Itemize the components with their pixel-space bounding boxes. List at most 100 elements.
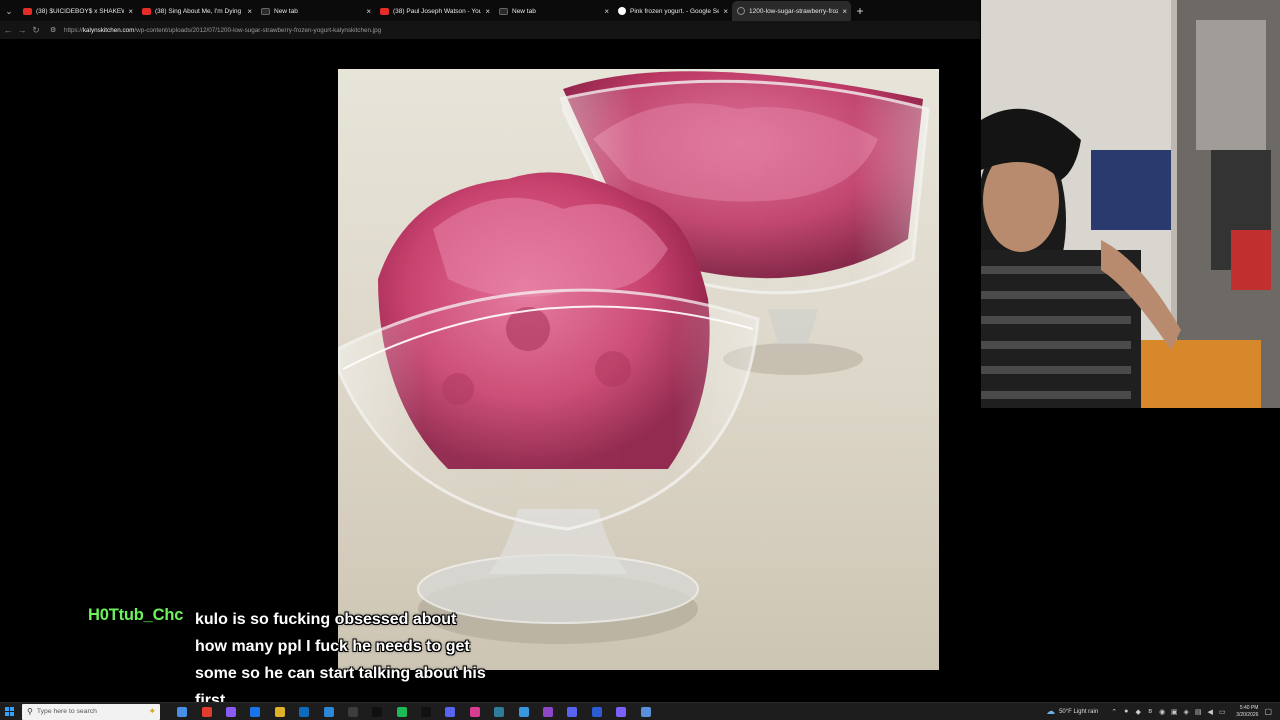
app-glyph-icon [299,706,310,717]
close-icon[interactable]: × [247,7,252,16]
app-glyph-icon [543,706,554,717]
google-icon [618,7,626,15]
youtube-icon [142,7,151,15]
taskbar-app-icon[interactable] [268,703,292,720]
app-glyph-icon [372,706,383,717]
new-tab-icon [261,7,270,15]
app-glyph-icon [445,706,456,717]
close-icon[interactable]: × [842,7,847,16]
browser-toolbar: ← → ↻ ⚙ https://kalynskitchen.com/wp-con… [0,21,980,39]
address-bar-url[interactable]: https://kalynskitchen.com/wp-content/upl… [64,27,381,34]
browser-tab[interactable]: (38) Paul Joseph Watson - YouTub × [375,1,494,21]
url-path: /wp-content/uploads/2012/07/1200-low-sug… [134,26,382,34]
browser-tab[interactable]: Pink frozen yogurt. - Google Sear × [613,1,732,21]
taskbar-app-icon[interactable] [365,703,389,720]
windows-logo-icon [4,707,14,716]
app-glyph-icon [274,706,285,717]
webcam-feed [981,0,1280,408]
browser-tab[interactable]: New tab × [256,1,375,21]
volume-icon[interactable]: ◀ [1204,708,1216,716]
taskbar-app-icon[interactable] [341,703,365,720]
frozen-yogurt-illustration [338,69,939,670]
browser-tab[interactable]: New tab × [494,1,613,21]
taskbar-app-icon[interactable] [560,703,584,720]
weather-text: 50°F Light rain [1059,708,1099,715]
app-glyph-icon [640,706,651,717]
app-glyph-icon [469,706,480,717]
taskbar-app-icon[interactable] [194,703,218,720]
notification-bell-icon[interactable]: ▢ [1264,707,1272,716]
back-arrow-icon[interactable]: ← [2,22,14,38]
bluetooth-icon[interactable]: ʙ [1144,708,1156,715]
taskbar-app-icon[interactable] [633,703,657,720]
search-icon: ⚲ [27,707,33,716]
cloud-rain-icon: ☁ [1046,706,1056,716]
clock-date: 3/20/2026 [1236,711,1259,718]
weather-widget[interactable]: ☁ 50°F Light rain [1046,706,1098,717]
taskbar-app-icon[interactable] [219,703,243,720]
taskbar-search-box[interactable]: ⚲ Type here to search ✦ [22,703,160,720]
browser-tab[interactable]: (38) Sing About Me, I'm Dying Of × [137,1,256,21]
tab-search-menu-icon[interactable]: ⌄ [0,1,18,21]
taskbar-app-icon[interactable] [390,703,414,720]
app-glyph-icon [347,706,358,717]
tray-app-icon[interactable]: ▭ [1216,708,1228,716]
address-bar[interactable]: ⚙ https://kalynskitchen.com/wp-content/u… [46,23,974,37]
taskbar-app-icon[interactable] [536,703,560,720]
taskbar-app-icon[interactable] [316,703,340,720]
start-button[interactable] [0,703,18,720]
network-icon[interactable]: ▤ [1192,708,1204,716]
tab-title: New tab [512,7,536,15]
chat-overlay: H0Ttub_Chc kulo is so fucking obsessed a… [88,603,608,709]
close-icon[interactable]: × [366,7,371,16]
tray-app-icon[interactable]: ▣ [1168,708,1180,716]
taskbar-pinned-apps [170,703,658,720]
app-glyph-icon [177,706,188,717]
chat-username: H0Ttub_Chc [88,606,184,624]
taskbar-search-placeholder: Type here to search [36,708,97,715]
taskbar-app-icon[interactable] [609,703,633,720]
taskbar-app-icon[interactable] [243,703,267,720]
close-icon[interactable]: × [128,7,133,16]
tray-app-icon[interactable]: ◉ [1156,708,1168,716]
taskbar-app-icon[interactable] [438,703,462,720]
browser-tab[interactable]: (38) $UICIDEBOY$ x SHAKEWELL × [18,1,137,21]
taskbar-app-icon[interactable] [463,703,487,720]
microphone-icon[interactable]: ● [1120,708,1132,715]
close-icon[interactable]: × [723,7,728,16]
taskbar-app-icon[interactable] [292,703,316,720]
clock-time: 5:40 PM [1239,704,1259,711]
app-glyph-icon [250,706,261,717]
app-glyph-icon [225,706,236,717]
reload-icon[interactable]: ↻ [30,22,42,38]
site-info-icon[interactable]: ⚙ [50,26,60,34]
frozen-yogurt-photo[interactable] [338,69,939,670]
browser-tab-active[interactable]: 1200-low-sugar-strawberry-frozen × [732,1,851,21]
taskbar-app-icon[interactable] [487,703,511,720]
app-glyph-icon [396,706,407,717]
tray-app-icon[interactable]: ◆ [1132,708,1144,716]
app-glyph-icon [567,706,578,717]
tray-app-icon[interactable]: ◈ [1180,708,1192,716]
forward-arrow-icon[interactable]: → [16,22,28,38]
taskbar-app-icon[interactable] [511,703,535,720]
youtube-icon [380,7,389,15]
tab-title: Pink frozen yogurt. - Google Sear [630,7,720,15]
taskbar-app-icon[interactable] [414,703,438,720]
app-glyph-icon [421,706,432,717]
app-glyph-icon [494,706,505,717]
new-tab-button[interactable]: + [851,1,869,21]
chevron-up-icon[interactable]: ⌃ [1108,708,1120,716]
close-icon[interactable]: × [604,7,609,16]
new-tab-icon [499,7,508,15]
url-scheme: https:// [64,26,83,34]
tab-title: (38) Paul Joseph Watson - YouTub [393,7,482,15]
browser-tab-strip: ⌄ (38) $UICIDEBOY$ x SHAKEWELL × (38) Si… [0,0,980,21]
close-icon[interactable]: × [485,7,490,16]
taskbar-app-icon[interactable] [170,703,194,720]
app-glyph-icon [518,706,529,717]
copilot-sparkle-icon[interactable]: ✦ [148,706,156,717]
app-glyph-icon [616,706,627,717]
taskbar-clock[interactable]: 5:40 PM 3/20/2026 [1236,705,1258,719]
taskbar-app-icon[interactable] [585,703,609,720]
